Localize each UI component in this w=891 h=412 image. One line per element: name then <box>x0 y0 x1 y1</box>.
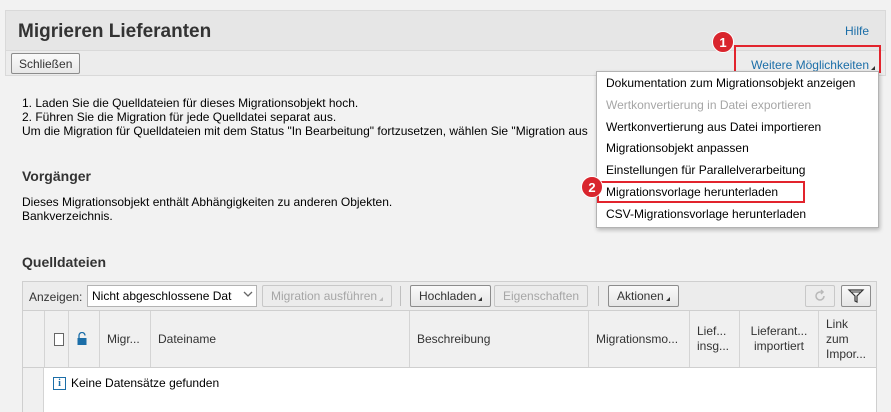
step-badge-2: 2 <box>581 176 603 198</box>
column-filename[interactable]: Dateiname <box>150 311 409 367</box>
run-migration-label: Migration ausführen <box>271 289 378 303</box>
menu-item-parallel-processing[interactable]: Einstellungen für Parallelverarbeitung <box>597 159 878 181</box>
properties-button: Eigenschaften <box>494 285 589 307</box>
page-header: Migrieren Lieferanten Hilfe <box>5 10 886 50</box>
menu-item-import-value-conversion[interactable]: Wertkonvertierung aus Datei importieren <box>597 116 878 138</box>
menu-item-download-csv-template[interactable]: CSV-Migrationsvorlage herunterladen <box>597 203 878 225</box>
step-badge-1: 1 <box>712 31 734 53</box>
menu-item-download-template[interactable]: Migrationsvorlage herunterladen <box>597 180 805 203</box>
toolbar-separator <box>598 286 599 306</box>
column-label: insg... <box>697 339 730 353</box>
empty-message: i Keine Datensätze gefunden <box>53 376 219 390</box>
column-suppliers-total[interactable]: Lief... insg... <box>689 311 739 367</box>
source-files-heading: Quelldateien <box>22 254 107 270</box>
predecessor-line: Bankverzeichnis. <box>22 209 113 223</box>
filter-icon <box>847 289 865 303</box>
upload-label: Hochladen <box>419 289 477 303</box>
column-migration-mode[interactable]: Migrationsmo... <box>588 311 689 367</box>
row-selector-header <box>23 311 44 367</box>
filter-select-value: Nicht abgeschlossene Dat <box>92 289 232 303</box>
chevron-down-icon <box>238 286 256 306</box>
predecessor-line: Dieses Migrationsobjekt enthält Abhängig… <box>22 195 393 209</box>
more-options-menu: Dokumentation zum Migrationsobjekt anzei… <box>596 71 879 228</box>
more-options-label: Weitere Möglichkeiten <box>751 58 869 72</box>
upload-button[interactable]: Hochladen <box>410 285 492 307</box>
refresh-button <box>805 285 835 307</box>
table-header: Migr... Dateiname Beschreibung Migration… <box>22 311 877 368</box>
predecessor-text: Dieses Migrationsobjekt enthält Abhängig… <box>22 195 392 223</box>
corner-arrow-icon <box>665 297 670 301</box>
filter-select[interactable]: Nicht abgeschlossene Dat <box>87 285 257 307</box>
corner-arrow-icon <box>379 297 384 301</box>
filter-settings-button[interactable] <box>841 285 871 307</box>
column-label: Lieferant... <box>750 324 808 338</box>
column-description[interactable]: Beschreibung <box>409 311 588 367</box>
info-icon: i <box>53 376 66 390</box>
instruction-line: 2. Führen Sie die Migration für jede Que… <box>22 110 337 124</box>
instructions: 1. Laden Sie die Quelldateien für dieses… <box>22 96 588 138</box>
select-all-checkbox-cell[interactable] <box>44 311 68 367</box>
menu-item-export-value-conversion: Wertkonvertierung in Datei exportieren <box>606 97 812 112</box>
row-selector <box>23 368 44 412</box>
empty-message-text: Keine Datensätze gefunden <box>71 376 220 390</box>
actions-button[interactable]: Aktionen <box>608 285 679 307</box>
column-label: importiert <box>753 339 804 353</box>
select-all-checkbox[interactable] <box>54 332 64 346</box>
column-label: Link <box>826 316 849 331</box>
toolbar-separator <box>400 286 401 306</box>
page-title: Migrieren Lieferanten <box>18 21 212 42</box>
corner-arrow-icon <box>871 66 875 70</box>
column-import-link[interactable]: Link zum Impor... <box>818 311 878 367</box>
column-label: Lief... <box>697 324 727 338</box>
lock-icon <box>77 332 87 345</box>
predecessor-heading: Vorgänger <box>22 168 91 184</box>
table-body: i Keine Datensätze gefunden <box>22 368 877 412</box>
column-migration[interactable]: Migr... <box>99 311 150 367</box>
corner-arrow-icon <box>478 297 483 301</box>
table-toolbar: Anzeigen: Nicht abgeschlossene Dat Migra… <box>22 281 877 311</box>
menu-item-show-documentation[interactable]: Dokumentation zum Migrationsobjekt anzei… <box>597 72 878 94</box>
actions-label: Aktionen <box>617 289 664 303</box>
instruction-line: Um die Migration für Quelldateien mit de… <box>22 124 588 138</box>
refresh-icon <box>815 289 825 301</box>
column-suppliers-imported[interactable]: Lieferant... importiert <box>739 311 818 367</box>
instruction-line: 1. Laden Sie die Quelldateien für dieses… <box>22 96 359 110</box>
column-label: Impor... <box>826 346 867 361</box>
column-label: zum <box>826 331 849 346</box>
help-link[interactable]: Hilfe <box>845 24 869 38</box>
lock-column <box>68 311 99 367</box>
more-options-button[interactable]: Weitere Möglichkeiten <box>734 45 881 73</box>
close-button[interactable]: Schließen <box>11 53 81 74</box>
run-migration-button: Migration ausführen <box>262 285 393 307</box>
menu-item-adjust-migration-object[interactable]: Migrationsobjekt anpassen <box>597 137 878 159</box>
show-label: Anzeigen: <box>29 290 83 304</box>
